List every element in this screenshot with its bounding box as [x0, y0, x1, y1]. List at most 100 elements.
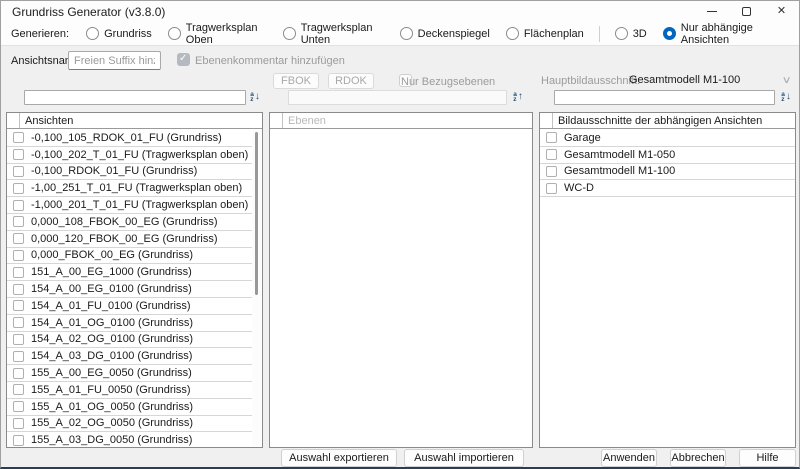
- levels-header-label: Ebenen: [283, 113, 326, 128]
- level-comment-checkbox[interactable]: [177, 53, 190, 66]
- list-item-label: 154_A_01_FU_0100 (Grundriss): [31, 300, 191, 312]
- window-controls: ✕: [694, 1, 799, 22]
- maximize-button[interactable]: [729, 1, 764, 22]
- row-checkbox[interactable]: [546, 149, 557, 160]
- list-item-label: 155_A_01_OG_0050 (Grundriss): [31, 401, 193, 413]
- export-selection-button[interactable]: Auswahl exportieren: [281, 449, 397, 467]
- cancel-button[interactable]: Abbrechen: [670, 449, 726, 467]
- list-item-label: -1,00_251_T_01_FU (Tragwerksplan oben): [31, 182, 242, 194]
- list-item[interactable]: 155_A_01_OG_0050 (Grundriss): [7, 399, 252, 416]
- row-checkbox[interactable]: [13, 300, 24, 311]
- list-item[interactable]: Garage: [540, 130, 795, 147]
- list-item[interactable]: 154_A_01_FU_0100 (Grundriss): [7, 298, 252, 315]
- views-sort-icon[interactable]: ↓: [248, 90, 262, 104]
- generate-secondary-radiogroup: 3D Nur abhängige Ansichten: [615, 22, 789, 46]
- chevron-down-icon: ∨: [781, 75, 791, 86]
- radio-option[interactable]: 3D: [615, 27, 647, 40]
- levels-sort-icon[interactable]: ↑: [511, 90, 525, 104]
- row-checkbox[interactable]: [13, 149, 24, 160]
- list-item[interactable]: -0,100_105_RDOK_01_FU (Grundriss): [7, 130, 252, 147]
- list-item[interactable]: 0,000_FBOK_00_EG (Grundriss): [7, 248, 252, 265]
- close-button[interactable]: ✕: [764, 1, 799, 22]
- list-item[interactable]: -0,100_RDOK_01_FU (Grundriss): [7, 164, 252, 181]
- row-checkbox[interactable]: [13, 200, 24, 211]
- import-selection-button[interactable]: Auswahl importieren: [404, 449, 524, 467]
- crops-list: Garage Gesamtmodell M1-050 Gesamtmodell …: [540, 130, 795, 447]
- apply-button[interactable]: Anwenden: [601, 449, 657, 467]
- row-checkbox[interactable]: [13, 267, 24, 278]
- row-checkbox[interactable]: [13, 216, 24, 227]
- list-item[interactable]: -1,000_201_T_01_FU (Tragwerksplan oben): [7, 197, 252, 214]
- list-item[interactable]: -0,100_202_T_01_FU (Tragwerksplan oben): [7, 147, 252, 164]
- radio-option[interactable]: Flächenplan: [506, 27, 584, 40]
- scrollbar-thumb[interactable]: [255, 132, 258, 295]
- main-crop-dropdown[interactable]: Gesamtmodell M1-100 ∨: [621, 71, 796, 89]
- radio-circle-icon: [663, 27, 676, 40]
- radio-label: Tragwerksplan Unten: [301, 22, 384, 46]
- radio-circle-icon: [506, 27, 519, 40]
- row-checkbox[interactable]: [13, 435, 24, 446]
- row-checkbox[interactable]: [13, 233, 24, 244]
- list-item[interactable]: 0,000_120_FBOK_00_EG (Grundriss): [7, 231, 252, 248]
- row-checkbox[interactable]: [13, 384, 24, 395]
- radio-option[interactable]: Deckenspiegel: [400, 27, 490, 40]
- minimize-button[interactable]: [694, 1, 729, 22]
- list-item[interactable]: 151_A_00_EG_1000 (Grundriss): [7, 264, 252, 281]
- row-checkbox[interactable]: [13, 166, 24, 177]
- list-item[interactable]: 154_A_03_DG_0100 (Grundriss): [7, 348, 252, 365]
- views-filter-input[interactable]: [24, 90, 246, 105]
- list-item[interactable]: Gesamtmodell M1-050: [540, 147, 795, 164]
- list-item-label: 151_A_00_EG_1000 (Grundriss): [31, 266, 192, 278]
- list-item[interactable]: 155_A_00_EG_0050 (Grundriss): [7, 365, 252, 382]
- list-item[interactable]: 154_A_02_OG_0100 (Grundriss): [7, 332, 252, 349]
- row-checkbox[interactable]: [13, 351, 24, 362]
- row-checkbox[interactable]: [546, 166, 557, 177]
- crops-sort-icon[interactable]: ↓: [779, 90, 793, 104]
- list-item[interactable]: 155_A_02_OG_0050 (Grundriss): [7, 416, 252, 433]
- row-checkbox[interactable]: [13, 284, 24, 295]
- levels-list-header: Ebenen: [270, 113, 532, 129]
- list-item[interactable]: 154_A_00_EG_0100 (Grundriss): [7, 281, 252, 298]
- rdok-button[interactable]: RDOK: [328, 73, 374, 89]
- views-scrollbar[interactable]: [252, 130, 261, 446]
- radio-option[interactable]: Grundriss: [86, 27, 152, 40]
- levels-list: [270, 130, 532, 447]
- radio-option[interactable]: Tragwerksplan Unten: [283, 22, 384, 46]
- view-name-suffix-input[interactable]: [68, 51, 161, 70]
- list-item[interactable]: 154_A_01_OG_0100 (Grundriss): [7, 315, 252, 332]
- help-button[interactable]: Hilfe: [739, 449, 796, 467]
- row-checkbox[interactable]: [13, 418, 24, 429]
- list-item[interactable]: 155_A_01_FU_0050 (Grundriss): [7, 382, 252, 399]
- list-item[interactable]: -1,00_251_T_01_FU (Tragwerksplan oben): [7, 180, 252, 197]
- radio-option[interactable]: Nur abhängige Ansichten: [663, 22, 789, 46]
- close-icon: ✕: [777, 6, 786, 17]
- row-checkbox[interactable]: [13, 250, 24, 261]
- dialog-client-area: Ansichtsnamen: Ebenenkommentar hinzufüge…: [1, 47, 799, 467]
- list-item-label: Gesamtmodell M1-050: [564, 149, 675, 161]
- list-item[interactable]: 155_A_03_DG_0050 (Grundriss): [7, 432, 252, 447]
- levels-list-panel: Ebenen: [269, 112, 533, 448]
- list-item[interactable]: WC-D: [540, 180, 795, 197]
- row-checkbox[interactable]: [13, 183, 24, 194]
- row-checkbox[interactable]: [546, 183, 557, 194]
- list-item[interactable]: 0,000_108_FBOK_00_EG (Grundriss): [7, 214, 252, 231]
- radio-option[interactable]: Tragwerksplan Oben: [168, 22, 267, 46]
- main-crop-value: Gesamtmodell M1-100: [629, 74, 783, 86]
- views-list-header: Ansichten: [7, 113, 262, 129]
- row-checkbox[interactable]: [13, 368, 24, 379]
- row-checkbox[interactable]: [13, 334, 24, 345]
- row-checkbox[interactable]: [13, 317, 24, 328]
- row-checkbox[interactable]: [13, 132, 24, 143]
- row-checkbox[interactable]: [546, 132, 557, 143]
- generate-label: Generieren:: [11, 28, 69, 40]
- levels-filter-input[interactable]: [288, 90, 507, 105]
- sort-letters-icon: [781, 92, 785, 102]
- fbok-button[interactable]: FBOK: [273, 73, 319, 89]
- radio-circle-icon: [283, 27, 296, 40]
- list-item-label: 155_A_00_EG_0050 (Grundriss): [31, 367, 192, 379]
- crops-filter-input[interactable]: [554, 90, 775, 105]
- list-item-label: 0,000_108_FBOK_00_EG (Grundriss): [31, 216, 218, 228]
- list-item-label: 154_A_02_OG_0100 (Grundriss): [31, 333, 193, 345]
- row-checkbox[interactable]: [13, 401, 24, 412]
- list-item[interactable]: Gesamtmodell M1-100: [540, 164, 795, 181]
